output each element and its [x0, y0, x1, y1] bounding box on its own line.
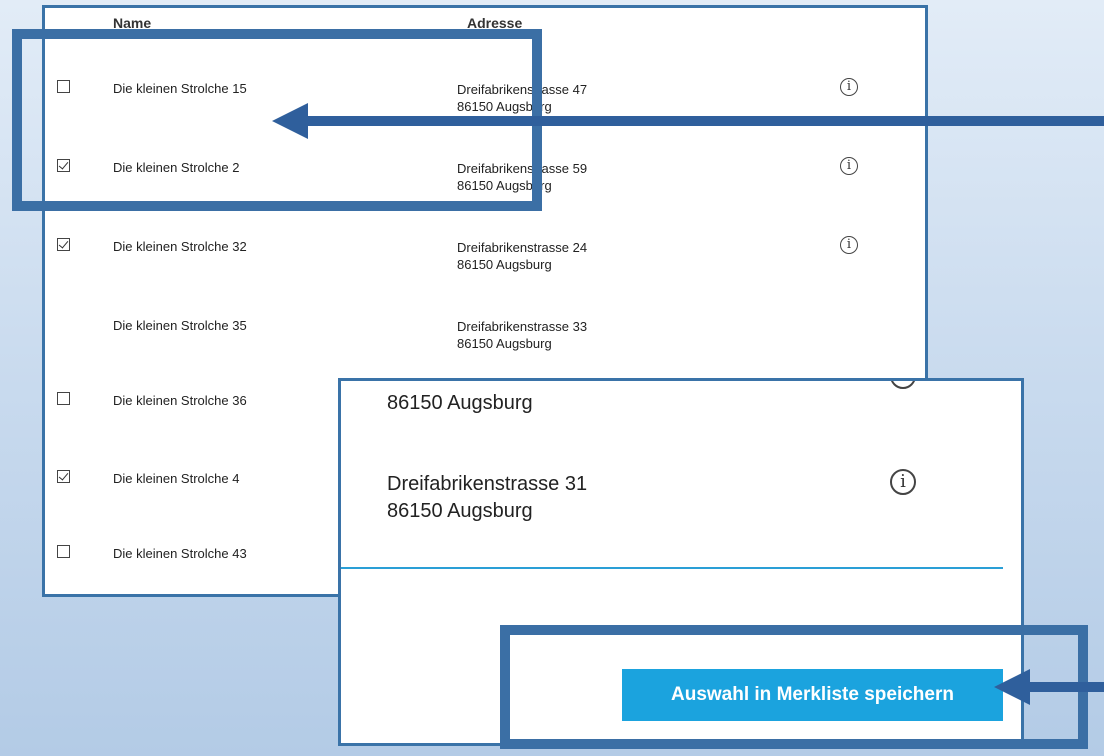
- row-name: Die kleinen Strolche 35: [113, 318, 247, 333]
- row-street: Dreifabrikenstrasse 33: [457, 319, 588, 334]
- row-address: Dreifabrikenstrasse 33 86150 Augsburg: [457, 318, 587, 352]
- row-street: Dreifabrikenstrasse 24: [457, 240, 588, 255]
- row-checkbox[interactable]: [57, 238, 70, 251]
- info-icon[interactable]: i: [840, 157, 858, 175]
- table-row: Die kleinen Strolche 32 Dreifabrikenstra…: [45, 236, 925, 298]
- row-city: 86150 Augsburg: [457, 257, 552, 272]
- row-address: Dreifabrikenstrasse 24 86150 Augsburg: [457, 239, 587, 273]
- divider: [341, 567, 1003, 569]
- info-icon[interactable]: i: [890, 381, 916, 389]
- info-icon[interactable]: i: [840, 236, 858, 254]
- arrow-line: [1024, 682, 1104, 692]
- checkmark-icon: [58, 238, 69, 249]
- row-name: Die kleinen Strolche 4: [113, 471, 240, 486]
- row-name: Die kleinen Strolche 32: [113, 239, 247, 254]
- row-name: Die kleinen Strolche 43: [113, 546, 247, 561]
- checkmark-icon: [58, 470, 69, 481]
- zoom-street: Dreifabrikenstrasse 31: [387, 473, 588, 495]
- row-checkbox[interactable]: [57, 392, 70, 405]
- zoom-city: 86150 Augsburg: [387, 500, 533, 522]
- info-icon[interactable]: i: [840, 78, 858, 96]
- row-city: 86150 Augsburg: [457, 336, 552, 351]
- zoom-city-top: 86150 Augsburg: [387, 392, 533, 414]
- arrow-left-icon: [994, 669, 1030, 705]
- info-icon[interactable]: i: [890, 469, 916, 495]
- table-row: Die kleinen Strolche 35 Dreifabrikenstra…: [45, 317, 925, 377]
- arrow-left-icon: [272, 103, 308, 139]
- row-name: Die kleinen Strolche 36: [113, 393, 247, 408]
- arrow-line: [305, 116, 1104, 126]
- row-checkbox[interactable]: [57, 545, 70, 558]
- row-checkbox[interactable]: [57, 470, 70, 483]
- zoom-address: Dreifabrikenstrasse 31 86150 Augsburg: [387, 471, 587, 525]
